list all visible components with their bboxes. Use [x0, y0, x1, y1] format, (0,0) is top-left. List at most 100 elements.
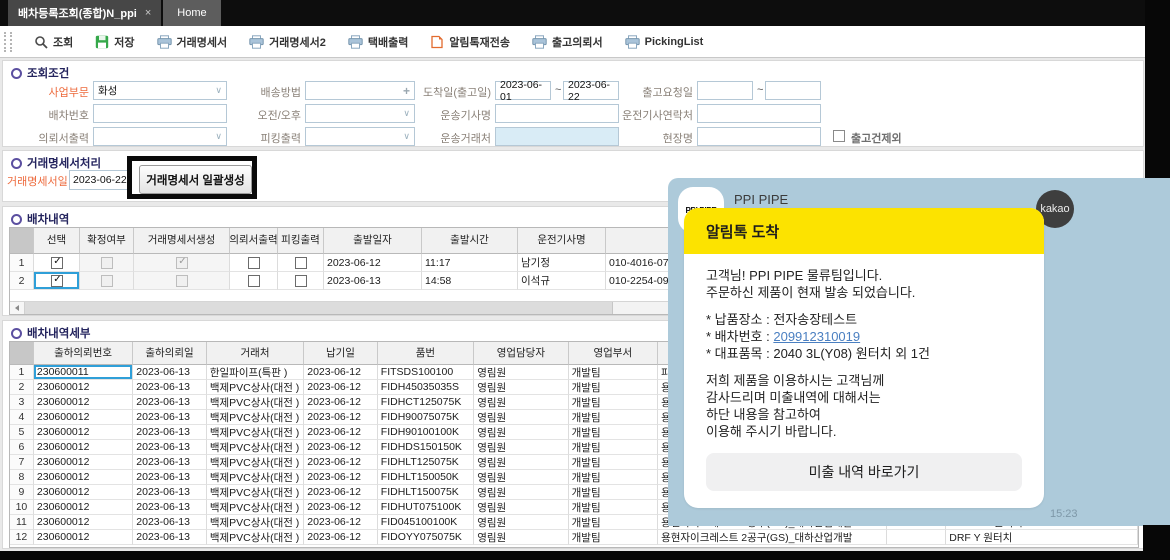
close-icon[interactable]: × — [145, 7, 151, 19]
column-header[interactable]: 출하의뢰번호 — [33, 342, 134, 365]
grid-cell[interactable]: 230600012 — [33, 500, 134, 515]
grid-cell[interactable]: 2023-06-13 — [133, 380, 207, 395]
grid-cell[interactable]: 11:17 — [422, 254, 518, 272]
column-header[interactable]: 거래처 — [206, 342, 305, 365]
column-header[interactable]: 거래명세서생성 — [134, 228, 230, 254]
grid-cell[interactable]: 2023-06-13 — [133, 425, 207, 440]
grid-cell[interactable]: 영림원 — [474, 380, 569, 395]
grid-cell[interactable]: 2023-06-12 — [304, 440, 378, 455]
business-division-select[interactable]: 화성 ∨ — [93, 81, 227, 100]
grid-cell[interactable]: FID045100100K — [377, 515, 475, 530]
grid-cell[interactable]: 2023-06-13 — [324, 272, 422, 290]
grid-checkbox[interactable] — [50, 274, 64, 287]
grid-cell[interactable]: 2023-06-13 — [133, 395, 207, 410]
grid-cell[interactable]: 2023-06-12 — [304, 470, 378, 485]
picking-print-select[interactable]: ∨ — [305, 127, 415, 146]
grid-cell[interactable]: 2023-06-12 — [304, 380, 378, 395]
tab-home[interactable]: Home — [163, 0, 221, 26]
column-header[interactable]: 품번 — [377, 342, 475, 365]
grid-cell[interactable]: 개발팀 — [568, 425, 659, 440]
row-number[interactable]: 9 — [10, 485, 34, 500]
picking-print-cell[interactable] — [278, 272, 324, 290]
column-header[interactable]: 영업부서 — [568, 342, 659, 365]
grid-cell[interactable]: 용현자이크레스트 2공구(GS)_대하산업개발 — [658, 530, 887, 545]
grid-cell[interactable]: 230600012 — [33, 380, 134, 395]
grid-cell[interactable]: 230600012 — [33, 440, 134, 455]
dispatch-no-input[interactable] — [93, 104, 227, 123]
grid-checkbox[interactable] — [247, 256, 260, 269]
ampm-select[interactable]: ∨ — [305, 104, 415, 123]
grid-checkbox[interactable] — [294, 256, 307, 269]
column-header[interactable]: 영업담당자 — [474, 342, 569, 365]
grid-checkbox[interactable] — [294, 274, 307, 287]
grid-cell[interactable]: 2023-06-13 — [133, 470, 207, 485]
scroll-left-arrow-icon[interactable] — [10, 302, 25, 314]
grid-cell[interactable]: 2023-06-12 — [304, 455, 378, 470]
grid-cell[interactable] — [886, 530, 947, 545]
kakao-link-button[interactable]: 미출 내역 바로가기 — [706, 453, 1022, 491]
grid-cell[interactable]: 개발팀 — [568, 530, 659, 545]
grid-checkbox[interactable] — [247, 274, 260, 287]
grid-cell[interactable]: 230600012 — [33, 470, 134, 485]
grid-cell[interactable]: 영림원 — [474, 530, 569, 545]
grid-cell[interactable]: FIDH45035035S — [377, 380, 475, 395]
row-number[interactable]: 2 — [10, 272, 34, 290]
grid-cell[interactable]: FIDH90075075K — [377, 410, 475, 425]
grid-cell[interactable]: 2023-06-13 — [133, 455, 207, 470]
grid-cell[interactable]: FIDHCT125075K — [377, 395, 475, 410]
row-number[interactable]: 10 — [10, 500, 34, 515]
driver-phone-input[interactable] — [697, 104, 821, 123]
grid-cell[interactable]: 2023-06-13 — [133, 410, 207, 425]
grid-cell[interactable]: 2023-06-12 — [304, 485, 378, 500]
grid-cell[interactable]: 개발팀 — [568, 365, 659, 380]
grid-cell[interactable]: 230600012 — [33, 485, 134, 500]
grid-cell[interactable]: 2023-06-12 — [304, 410, 378, 425]
grid-cell[interactable]: FITSDS100100 — [377, 365, 475, 380]
grid-cell[interactable]: 백제PVC상사(대전 ) — [206, 395, 305, 410]
exclude-shipped-checkbox[interactable] — [833, 130, 845, 142]
grid-cell[interactable]: FIDH90100100K — [377, 425, 475, 440]
grid-cell[interactable]: 영림원 — [474, 425, 569, 440]
grid-cell[interactable]: 2023-06-13 — [133, 365, 207, 380]
grid-cell[interactable]: 영림원 — [474, 470, 569, 485]
request-print-cell[interactable] — [230, 254, 278, 272]
row-number[interactable]: 5 — [10, 425, 34, 440]
save-button[interactable]: 저장 — [95, 34, 135, 50]
row-number[interactable]: 6 — [10, 440, 34, 455]
toolbar-grip[interactable] — [4, 31, 12, 52]
grid-cell[interactable]: 개발팀 — [568, 470, 659, 485]
grid-cell[interactable]: FIDHLT150075K — [377, 485, 475, 500]
row-number[interactable]: 7 — [10, 455, 34, 470]
parcel-print-button[interactable]: 택배출력 — [348, 34, 408, 50]
picking-print-cell[interactable] — [278, 254, 324, 272]
site-name-input[interactable] — [697, 127, 821, 146]
grid-cell[interactable]: 2023-06-13 — [133, 485, 207, 500]
row-number[interactable]: 12 — [10, 530, 34, 545]
picking-list-button[interactable]: PickingList — [624, 34, 703, 49]
shipping-request-print-button[interactable]: 출고의뢰서 — [532, 34, 603, 50]
column-header[interactable]: 출하의뢰일 — [133, 342, 207, 365]
grid-cell[interactable]: 230600012 — [33, 425, 134, 440]
arrival-date-from-input[interactable]: 2023-06-01 — [495, 79, 551, 103]
column-header[interactable]: 피킹출력 — [278, 228, 324, 254]
dispatch-number-link[interactable]: 209912310019 — [773, 329, 860, 344]
grid-cell[interactable]: 2023-06-12 — [304, 530, 378, 545]
grid-cell[interactable]: 백제PVC상사(대전 ) — [206, 470, 305, 485]
grid-cell[interactable]: 230600011 — [33, 365, 134, 380]
grid-cell[interactable]: FIDHDS150150K — [377, 440, 475, 455]
grid-cell[interactable]: 개발팀 — [568, 410, 659, 425]
grid-cell[interactable]: 2023-06-12 — [304, 500, 378, 515]
grid-cell[interactable]: 남기정 — [518, 254, 606, 272]
grid-cell[interactable]: 개발팀 — [568, 395, 659, 410]
alimtalk-resend-button[interactable]: 알림톡재전송 — [430, 34, 510, 50]
invoice2-print-button[interactable]: 거래명세서2 — [249, 34, 326, 50]
grid-cell[interactable]: FIDHLT150050K — [377, 470, 475, 485]
grid-cell[interactable]: 2023-06-12 — [304, 365, 378, 380]
grid-cell[interactable]: 2023-06-13 — [133, 530, 207, 545]
column-header[interactable]: 출발일자 — [324, 228, 422, 254]
grid-cell[interactable]: 개발팀 — [568, 515, 659, 530]
grid-cell[interactable]: 백제PVC상사(대전 ) — [206, 515, 305, 530]
grid-cell[interactable]: 230600012 — [33, 515, 134, 530]
tab-dispatch-register[interactable]: 배차등록조회(종합)N_ppi × — [8, 0, 162, 26]
grid-cell[interactable]: 2023-06-13 — [133, 500, 207, 515]
